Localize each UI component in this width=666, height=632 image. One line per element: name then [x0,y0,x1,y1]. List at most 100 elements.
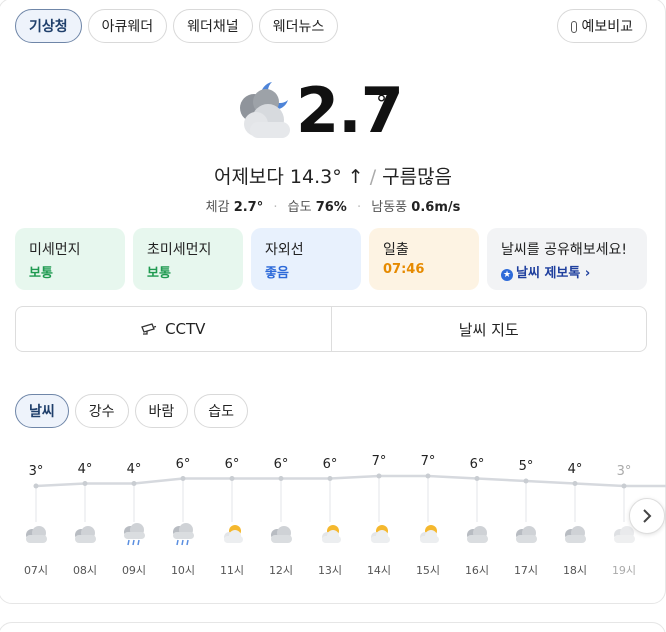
fine-dust-title: 미세먼지 [29,242,81,258]
fine-dust-card[interactable]: 미세먼지 보통 [15,228,125,290]
hourly-slot: 4° 18시 [555,450,595,580]
separator: · [273,200,278,215]
tab-humidity[interactable]: 습도 [194,394,249,428]
hour-label: 13시 [317,564,343,577]
tab-weather[interactable]: 날씨 [15,394,69,428]
feels-like-label: 체감 [205,200,230,215]
hourly-temp-label: 6° [322,456,338,472]
tab-weathernews[interactable]: 웨더뉴스 [258,9,339,43]
forecast-compare-button[interactable]: 예보비교 [557,9,647,43]
hourly-slot: 4° 08시 [65,450,105,580]
hourly-temp-label: 4° [126,461,142,477]
weather-summary: 어제보다 14.3° ↑ / 구름많음 [0,162,666,189]
partly-sunny-icon [413,522,443,546]
rain-icon [168,522,198,546]
chart-tabs: 날씨 강수 바람 습도 [15,394,249,428]
temp-compare: 어제보다 14.3° ↑ [213,166,364,188]
tab-weather-channel[interactable]: 웨더채널 [173,9,253,43]
weather-map-button[interactable]: 날씨 지도 [330,307,647,351]
ultrafine-dust-title: 초미세먼지 [147,242,212,258]
hour-label: 09시 [121,564,147,577]
partly-sunny-icon [315,522,345,546]
cloudy-icon [462,522,492,546]
hourly-temp-label: 6° [175,456,191,472]
hourly-temp-label: 3° [28,464,44,479]
hourly-slot: 6° 13시 [310,450,350,580]
source-tabs: 기상청 아큐웨더 웨더채널 웨더뉴스 [15,9,339,43]
hourly-temp-label: 4° [77,461,93,477]
feels-like-value: 2.7° [233,200,264,215]
humidity-label: 습도 [287,200,312,215]
hourly-temp-label: 6° [469,456,485,472]
hour-label: 17시 [513,564,539,577]
cctv-camera-icon [141,323,157,335]
hour-label: 15시 [415,564,441,577]
hourly-temp-label: 7° [420,454,436,469]
tab-kma[interactable]: 기상청 [15,9,82,43]
hourly-slot: 6° 10시 [163,450,203,580]
separator: / [369,166,377,188]
hourly-temp-label: 6° [224,456,240,472]
hourly-slot: 6° 12시 [261,450,301,580]
sunrise-value: 07:46 [383,262,425,277]
weather-map-label: 날씨 지도 [458,320,519,339]
cloudy-icon [266,522,296,546]
next-arrow-button[interactable] [629,498,665,534]
info-cards: 미세먼지 보통 초미세먼지 보통 자외선 좋음 일출 07:46 날씨를 공유해… [15,228,647,290]
thermometer-icon [571,21,578,33]
hourly-slot: 6° 11시 [212,450,252,580]
hour-label: 10시 [170,564,196,577]
hour-label: 07시 [23,564,49,577]
action-row: CCTV 날씨 지도 [15,306,647,352]
weather-details: 체감 2.7° · 습도 76% · 남동풍 0.6m/s [0,196,666,215]
cloudy-icon [560,522,590,546]
hourly-slot: 7° 14시 [359,450,399,580]
fine-dust-value: 보통 [29,266,53,281]
tab-precipitation[interactable]: 강수 [74,394,129,428]
rain-icon [119,522,149,546]
hourly-slot: 7° 15시 [408,450,448,580]
cctv-button[interactable]: CCTV [16,307,331,351]
weather-report-title: 날씨를 공유해보세요! [501,242,627,258]
hourly-slot: 3° 07시 [16,450,56,580]
hourly-temp-label: 5° [518,459,534,474]
cloudy-night-icon [240,82,290,138]
hourly-slot: 4° 09시 [114,450,154,580]
tab-wind[interactable]: 바람 [134,394,189,428]
tab-accuweather[interactable]: 아큐웨더 [87,9,168,43]
uv-value: 좋음 [265,266,289,281]
cloudy-icon [511,522,541,546]
cctv-label: CCTV [165,320,206,338]
uv-card[interactable]: 자외선 좋음 [251,228,361,290]
partly-sunny-icon [217,522,247,546]
partly-sunny-icon [364,522,394,546]
wind-label: 남동풍 [371,200,408,215]
hourly-slot: 6° 16시 [457,450,497,580]
hourly-temp-label: 4° [567,461,583,477]
weather-report-link[interactable]: ★ 날씨 제보톡 › [501,262,633,281]
hour-label: 11시 [219,564,245,577]
degree-symbol: ° [376,92,387,117]
hour-label: 12시 [268,564,294,577]
hour-label: 18시 [562,564,588,577]
ultrafine-dust-card[interactable]: 초미세먼지 보통 [133,228,243,290]
hour-label: 16시 [464,564,490,577]
hour-label: 14시 [366,564,392,577]
condition: 구름많음 [382,166,453,188]
hourly-temp-label: 3° [616,464,632,479]
hourly-slot: 5° 17시 [506,450,546,580]
hourly-forecast-chart: 3° 07시 4° 08시 4° 09시 6° 10시 6° 11시 6° 12시 6° 13시 7° 14시… [0,450,666,580]
hour-label: 08시 [72,564,98,577]
sunrise-card[interactable]: 일출 07:46 [369,228,479,290]
humidity-value: 76% [315,200,347,215]
hourly-temp-label: 6° [273,456,289,472]
weather-report-label: 날씨 제보톡 › [516,266,591,281]
hourly-temp-label: 7° [371,454,387,469]
cloudy-icon [70,522,100,546]
hour-label: 19시 [611,564,637,577]
next-card [0,622,666,632]
weather-report-card[interactable]: 날씨를 공유해보세요! ★ 날씨 제보톡 › [487,228,647,290]
sunrise-title: 일출 [383,242,409,258]
report-badge-icon: ★ [501,269,513,281]
cloudy-icon [21,522,51,546]
